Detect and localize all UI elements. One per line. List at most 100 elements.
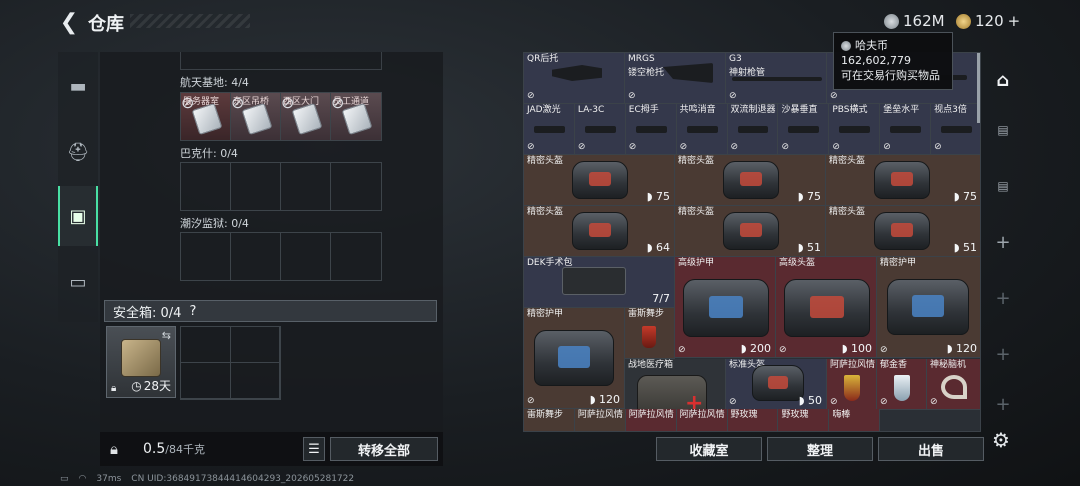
empty-slot[interactable] xyxy=(231,163,281,210)
tab-keys[interactable]: ▣ xyxy=(58,186,98,246)
item-cell[interactable]: 精密头盔 ◗ 51 xyxy=(826,206,980,257)
no-drop-icon: ⊘ xyxy=(880,397,888,407)
scrollbar[interactable] xyxy=(977,53,980,123)
help-button[interactable]: ? xyxy=(189,304,196,319)
tab-cases[interactable]: ▭ xyxy=(58,252,98,312)
glass-icon xyxy=(894,375,910,401)
empty-slot[interactable] xyxy=(181,327,231,363)
item-name: 精密头盔 xyxy=(527,207,564,217)
drink-icon xyxy=(642,326,656,348)
item-cell[interactable]: 雷斯舞步 xyxy=(524,409,575,431)
item-cell[interactable]: 精密头盔 ◗ 64 xyxy=(524,206,675,257)
empty-slot[interactable] xyxy=(230,363,280,399)
title-decoration xyxy=(130,14,250,28)
add-page-button-disabled: + xyxy=(986,334,1020,374)
empty-slot[interactable] xyxy=(281,163,331,210)
item-cell[interactable]: 野玫瑰 xyxy=(778,409,830,431)
item-cell[interactable]: G3 神射枪管 ⊘ xyxy=(726,53,827,104)
item-cell[interactable]: 嗨棒 xyxy=(829,409,881,431)
no-drop-icon: ⊘ xyxy=(730,142,739,152)
item-cell[interactable]: 阿萨拉风情 ⊘ xyxy=(827,359,877,410)
item-cell[interactable]: JAD激光 ⊘ xyxy=(524,104,575,155)
slot-row-partial xyxy=(180,52,382,70)
empty-slot[interactable] xyxy=(230,327,280,363)
item-cell[interactable]: 共鸣消音 ⊘ xyxy=(676,104,728,155)
keycard-icon xyxy=(291,102,323,136)
item-name: 精密头盔 xyxy=(829,156,866,166)
item-cell[interactable]: LA-3C ⊘ xyxy=(574,104,626,155)
item-name: 沙暴垂直 xyxy=(781,105,818,115)
plus-icon: + xyxy=(995,287,1011,309)
transfer-all-button[interactable]: 转移全部 xyxy=(330,437,438,461)
item-name: 精密头盔 xyxy=(678,156,715,166)
empty-slot[interactable] xyxy=(331,163,381,210)
empty-slot[interactable] xyxy=(281,233,331,280)
item-cell[interactable]: MRGS 镂空枪托 ⊘ xyxy=(625,53,726,104)
currency-premium[interactable]: 120 + xyxy=(956,12,1020,30)
add-currency-button[interactable]: + xyxy=(1008,12,1021,30)
tooltip-desc: 可在交易行购买物品 xyxy=(841,69,940,82)
safe-box-item[interactable]: ⇆ 🔒︎ ◷ 28天 xyxy=(106,326,176,398)
page-tab-4[interactable]: ▤ xyxy=(986,110,1020,150)
empty-slot[interactable] xyxy=(231,233,281,280)
item-cell[interactable]: 阿萨拉风情 xyxy=(676,409,728,431)
keycard-slot[interactable]: 西区大门 ⊘ xyxy=(281,93,331,140)
list-view-button[interactable]: ☰ xyxy=(303,437,325,461)
surgery-kit-icon xyxy=(562,267,626,295)
back-button[interactable]: ❮ xyxy=(58,10,80,35)
item-cell[interactable]: 沙暴垂直 ⊘ xyxy=(778,104,830,155)
item-cell[interactable]: 精密头盔 ◗ 75 xyxy=(524,155,675,206)
item-name: QR后托 xyxy=(527,54,559,64)
empty-slot[interactable] xyxy=(181,163,231,210)
add-page-button[interactable]: + xyxy=(986,222,1020,262)
item-cell[interactable]: DEK手术包 7/7 xyxy=(524,257,675,308)
item-cell[interactable]: 精密头盔 ◗ 51 xyxy=(675,206,826,257)
collection-room-button[interactable]: 收藏室 xyxy=(656,437,762,461)
page-tab-4b[interactable]: ▤ xyxy=(986,166,1020,206)
uses-count: 7/7 xyxy=(652,292,670,305)
pistol-icon: ▬ xyxy=(69,75,87,97)
item-cell[interactable]: 视点3倍 ⊘ xyxy=(931,104,980,155)
item-cell[interactable]: 阿萨拉风情 xyxy=(625,409,677,431)
item-cell[interactable]: 阿萨拉风情 xyxy=(574,409,626,431)
item-cell[interactable]: 标准头盔 ◗ 50 ⊘ xyxy=(726,359,827,410)
keycard-slot[interactable]: 东区吊桥 ⊘ xyxy=(231,93,281,140)
item-cell[interactable]: 神秘脑机 ⊘ xyxy=(927,359,980,410)
no-drop-icon: ⊘ xyxy=(830,91,838,101)
item-cell[interactable]: PBS横式 ⊘ xyxy=(829,104,881,155)
no-drop-icon: ⊘ xyxy=(527,142,535,152)
empty-slot[interactable] xyxy=(181,233,231,280)
item-cell[interactable]: 精密头盔 ◗ 75 xyxy=(675,155,826,206)
item-name: 精密头盔 xyxy=(527,156,564,166)
keycard-slot[interactable]: 员工通道 ⊘ xyxy=(331,93,381,140)
item-cell[interactable]: 精密头盔 ◗ 75 xyxy=(826,155,980,206)
item-cell[interactable]: 雷斯舞步 xyxy=(625,308,675,359)
attachment-icon xyxy=(584,126,616,133)
safe-box-grid xyxy=(180,326,281,400)
item-cell[interactable]: QR后托 ⊘ xyxy=(524,53,625,104)
item-cell[interactable]: 野玫瑰 xyxy=(727,409,779,431)
item-cell[interactable]: 精密护甲 ◗ 120 ⊘ xyxy=(524,308,625,409)
keycard-slot[interactable]: 服务器室 ⊘ xyxy=(181,93,231,140)
user-uid: CN UID:36849173844414604293_202605281722 xyxy=(131,474,355,484)
empty-slot[interactable] xyxy=(331,233,381,280)
item-cell[interactable]: 郁金香 ⊘ xyxy=(877,359,927,410)
armor-icon xyxy=(887,279,969,335)
tab-equipment[interactable]: ⛑ xyxy=(58,122,98,182)
empty-slot[interactable] xyxy=(181,363,231,399)
item-cell[interactable]: 堡垒水平 ⊘ xyxy=(880,104,932,155)
armor-icon xyxy=(683,279,769,337)
settings-button[interactable]: ⚙ xyxy=(992,428,1010,452)
item-cell[interactable]: 精密护甲 ◗ 120 ⊘ xyxy=(877,257,980,358)
item-cell[interactable]: EC拇手 ⊘ xyxy=(625,104,677,155)
sort-button[interactable]: 整理 xyxy=(767,437,873,461)
stock-icon xyxy=(663,63,713,83)
item-cell[interactable]: 双流制退器 ⊘ xyxy=(727,104,779,155)
tab-weapons[interactable]: ▬ xyxy=(58,56,98,116)
sell-button[interactable]: 出售 xyxy=(878,437,984,461)
item-cell[interactable]: 高级护甲 ◗ 200 ⊘ xyxy=(675,257,776,358)
warehouse-tab[interactable]: ⌂ xyxy=(986,60,1020,100)
item-cell[interactable]: 高级头盔 ◗ 100 ⊘ xyxy=(776,257,877,358)
currency-hafu[interactable]: 162M xyxy=(884,12,945,30)
swap-icon[interactable]: ⇆ xyxy=(162,329,171,342)
